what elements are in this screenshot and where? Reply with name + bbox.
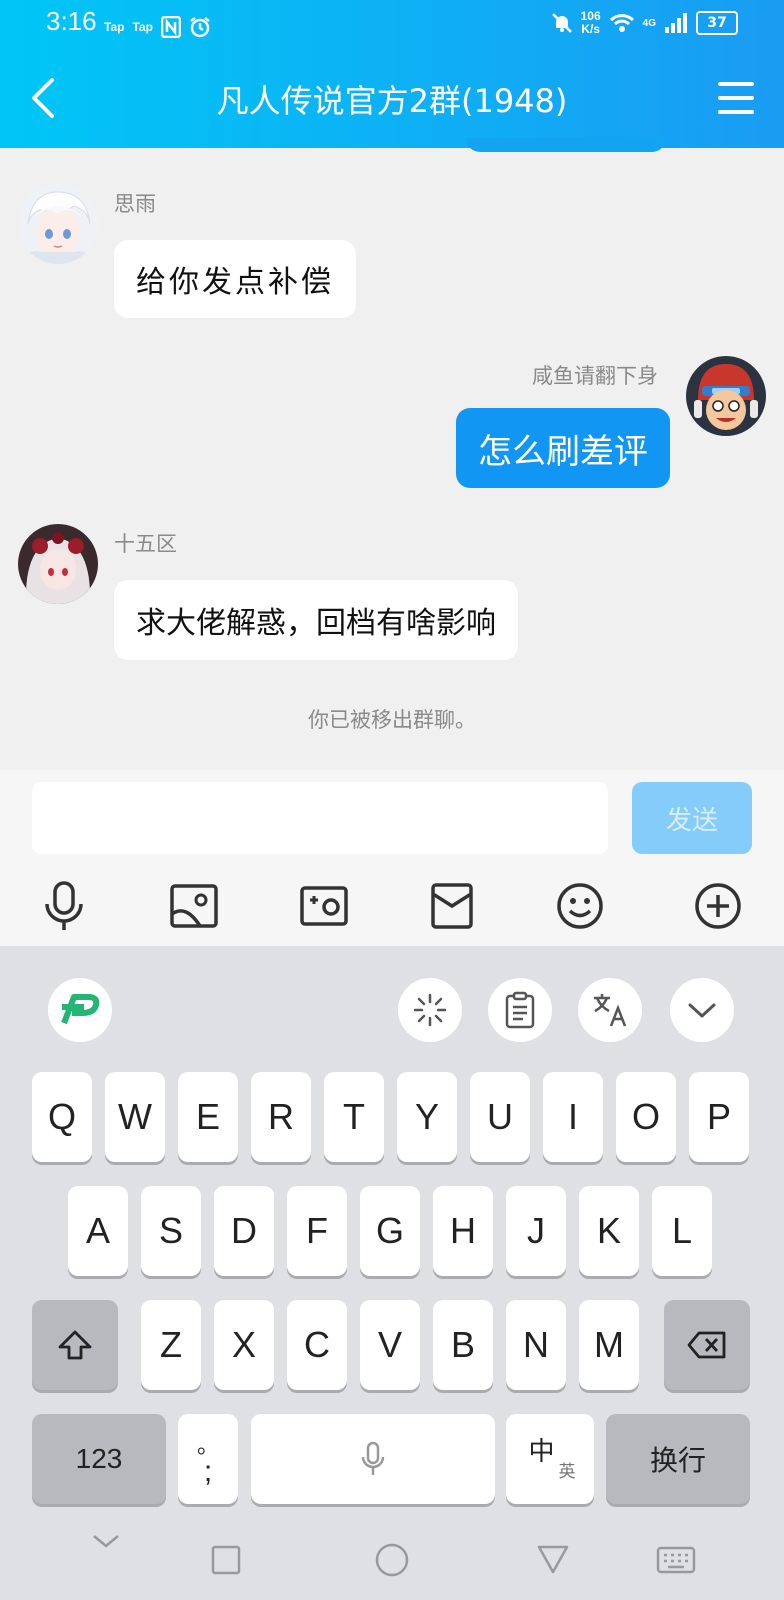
battery-indicator: 37 bbox=[696, 11, 738, 35]
signal-icon bbox=[665, 13, 687, 33]
emoji-icon[interactable] bbox=[552, 878, 608, 934]
microphone-icon bbox=[361, 1441, 385, 1475]
hide-keyboard-icon[interactable] bbox=[90, 1530, 122, 1552]
key-k[interactable]: K bbox=[579, 1186, 639, 1276]
emoji-icon-glyph bbox=[557, 883, 603, 929]
key-c[interactable]: C bbox=[287, 1300, 347, 1390]
network-type: 4G bbox=[642, 17, 656, 29]
avatar-image bbox=[686, 356, 766, 436]
message-bubble[interactable]: 求大佬解惑，回档有啥影响 bbox=[114, 580, 518, 660]
collapse-icon[interactable] bbox=[670, 978, 734, 1042]
menu-button[interactable] bbox=[718, 82, 754, 114]
key-g[interactable]: G bbox=[360, 1186, 420, 1276]
sender-name: 咸鱼请翻下身 bbox=[532, 364, 658, 388]
space-key[interactable] bbox=[251, 1414, 495, 1504]
key-y[interactable]: Y bbox=[397, 1072, 457, 1162]
send-button[interactable]: 发送 bbox=[632, 782, 752, 854]
plus-icon-glyph bbox=[695, 883, 741, 929]
menu-line bbox=[718, 110, 754, 114]
red-packet-icon[interactable] bbox=[424, 878, 480, 934]
key-h[interactable]: H bbox=[433, 1186, 493, 1276]
key-r[interactable]: R bbox=[251, 1072, 311, 1162]
shift-key[interactable] bbox=[32, 1300, 118, 1390]
status-left-icons: Tap Tap bbox=[104, 16, 211, 38]
red-packet-icon-glyph bbox=[431, 883, 473, 929]
key-w[interactable]: W bbox=[105, 1072, 165, 1162]
translate-icon[interactable] bbox=[578, 978, 642, 1042]
clipboard-icon-glyph bbox=[505, 991, 535, 1029]
key-z[interactable]: Z bbox=[141, 1300, 201, 1390]
avatar[interactable] bbox=[18, 184, 98, 264]
recents-button[interactable] bbox=[210, 1544, 242, 1576]
keyboard-switch-icon[interactable] bbox=[656, 1546, 696, 1574]
key-v[interactable]: V bbox=[360, 1300, 420, 1390]
punctuation-key[interactable]: 。 ; bbox=[178, 1414, 238, 1504]
plus-icon[interactable] bbox=[690, 878, 746, 934]
microphone-icon[interactable] bbox=[36, 878, 92, 934]
chat-title: 凡人传说官方2群(1948) bbox=[216, 82, 568, 120]
microphone-icon-glyph bbox=[45, 881, 83, 930]
camera-icon-glyph bbox=[300, 886, 348, 926]
keyboard-logo-glyph bbox=[61, 994, 100, 1025]
image-icon[interactable] bbox=[166, 878, 222, 934]
key-n[interactable]: N bbox=[506, 1300, 566, 1390]
key-p[interactable]: P bbox=[689, 1072, 749, 1162]
key-o[interactable]: O bbox=[616, 1072, 676, 1162]
key-a[interactable]: A bbox=[68, 1186, 128, 1276]
tap-icon-text: Tap bbox=[132, 20, 153, 34]
status-time: 3:16 bbox=[46, 6, 97, 36]
key-m[interactable]: M bbox=[579, 1300, 639, 1390]
key-x[interactable]: X bbox=[214, 1300, 274, 1390]
avatar[interactable] bbox=[686, 356, 766, 436]
enter-key[interactable]: 换行 bbox=[606, 1414, 750, 1504]
message-bubble[interactable]: 怎么刷差评 bbox=[456, 408, 670, 488]
key-t[interactable]: T bbox=[324, 1072, 384, 1162]
translate-icon-glyph bbox=[594, 994, 627, 1027]
key-b[interactable]: B bbox=[433, 1300, 493, 1390]
menu-line bbox=[718, 96, 754, 100]
nfc-icon bbox=[160, 16, 181, 38]
camera-icon[interactable] bbox=[296, 878, 352, 934]
key-q[interactable]: Q bbox=[32, 1072, 92, 1162]
key-i[interactable]: I bbox=[543, 1072, 603, 1162]
alarm-icon bbox=[190, 17, 210, 38]
backspace-icon bbox=[687, 1331, 726, 1359]
numbers-key[interactable]: 123 bbox=[32, 1414, 166, 1504]
back-nav-button[interactable] bbox=[536, 1542, 570, 1576]
partial-message-bubble bbox=[466, 138, 666, 152]
wifi-icon bbox=[609, 14, 634, 32]
avatar-image bbox=[18, 524, 98, 604]
chevron-down-icon bbox=[688, 1003, 716, 1018]
network-speed: 106 K/s bbox=[580, 9, 601, 36]
key-e[interactable]: E bbox=[178, 1072, 238, 1162]
mute-bell-icon bbox=[551, 13, 572, 33]
menu-line bbox=[718, 82, 754, 86]
status-right-icons: 106 K/s 4G 37 bbox=[551, 10, 738, 36]
key-u[interactable]: U bbox=[470, 1072, 530, 1162]
backspace-key[interactable] bbox=[664, 1300, 750, 1390]
language-switch-key[interactable]: 中 英 bbox=[506, 1414, 594, 1504]
system-notice: 你已被移出群聊。 bbox=[308, 708, 476, 732]
shift-icon bbox=[58, 1330, 92, 1360]
image-icon-glyph bbox=[170, 884, 218, 928]
avatar[interactable] bbox=[18, 524, 98, 604]
avatar-image bbox=[18, 184, 98, 264]
sender-name: 十五区 bbox=[114, 532, 177, 556]
key-s[interactable]: S bbox=[141, 1186, 201, 1276]
message-input[interactable] bbox=[32, 782, 608, 854]
loading-icon-glyph bbox=[413, 993, 447, 1027]
key-l[interactable]: L bbox=[652, 1186, 712, 1276]
key-j[interactable]: J bbox=[506, 1186, 566, 1276]
key-d[interactable]: D bbox=[214, 1186, 274, 1276]
key-f[interactable]: F bbox=[287, 1186, 347, 1276]
sender-name: 思雨 bbox=[114, 192, 156, 216]
logo-icon[interactable] bbox=[48, 978, 112, 1042]
tap-icon-text: Tap bbox=[104, 20, 125, 34]
message-bubble[interactable]: 给你发点补偿 bbox=[114, 240, 356, 318]
loading-icon[interactable] bbox=[398, 978, 462, 1042]
clipboard-icon[interactable] bbox=[488, 978, 552, 1042]
home-button[interactable] bbox=[374, 1542, 410, 1578]
